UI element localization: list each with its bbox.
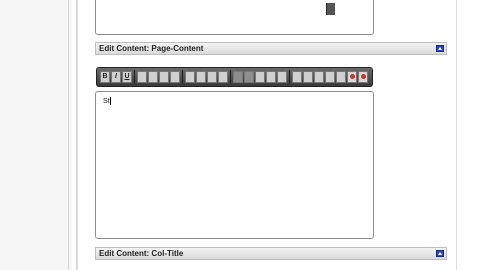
section-header-col-title[interactable]: Edit Content: Col-Title — [95, 247, 447, 260]
link-icon[interactable] — [292, 71, 302, 83]
paste-icon[interactable] — [277, 71, 287, 83]
align-center-icon[interactable] — [148, 71, 158, 83]
toolbar-grip[interactable] — [326, 3, 335, 15]
outdent-icon[interactable] — [207, 71, 217, 83]
toolbar-separator — [134, 70, 135, 84]
unordered-list-icon[interactable] — [196, 71, 206, 83]
collapse-icon[interactable] — [436, 45, 444, 52]
toolbar-separator — [230, 70, 231, 84]
section-header-page-content[interactable]: Edit Content: Page-Content — [95, 42, 447, 55]
copy-icon[interactable] — [266, 71, 276, 83]
align-left-icon[interactable] — [137, 71, 147, 83]
left-gutter — [0, 0, 72, 270]
spellcheck-icon[interactable] — [347, 71, 357, 83]
cut-icon[interactable] — [255, 71, 265, 83]
toolbar-separator — [182, 70, 183, 84]
align-right-icon[interactable] — [159, 71, 169, 83]
page-content-editor[interactable] — [95, 91, 374, 239]
indent-icon[interactable] — [218, 71, 228, 83]
underline-button[interactable]: U — [122, 71, 132, 83]
text-color-icon[interactable] — [233, 71, 243, 83]
gutter-divider — [68, 0, 69, 270]
toolbar-separator — [289, 70, 290, 84]
editor-text: St — [103, 97, 111, 105]
text-caret — [109, 97, 111, 105]
collapse-icon[interactable] — [436, 250, 444, 257]
section-title: Edit Content: Col-Title — [99, 249, 184, 258]
align-justify-icon[interactable] — [170, 71, 180, 83]
italic-button[interactable]: I — [111, 71, 121, 83]
editor-content: St — [103, 97, 110, 105]
image-icon[interactable] — [303, 71, 313, 83]
ordered-list-icon[interactable] — [185, 71, 195, 83]
section-title: Edit Content: Page-Content — [99, 44, 204, 53]
editor-toolbar: B I U — [96, 67, 373, 87]
bold-button[interactable]: B — [100, 71, 110, 83]
paint-icon[interactable] — [244, 71, 254, 83]
table-icon[interactable] — [314, 71, 324, 83]
help-icon[interactable] — [358, 71, 368, 83]
undo-icon[interactable] — [325, 71, 335, 83]
redo-icon[interactable] — [336, 71, 346, 83]
